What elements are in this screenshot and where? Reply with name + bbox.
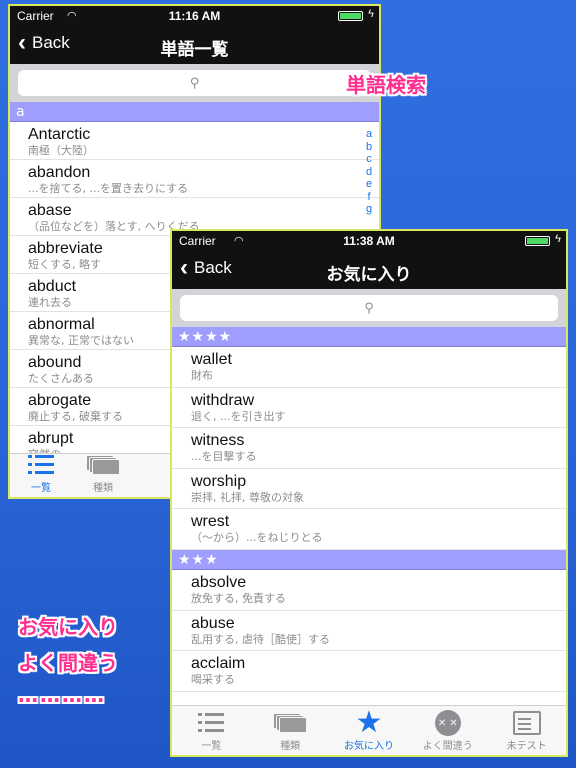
word-text: abandon: [28, 164, 91, 181]
clock: 11:38 AM: [343, 234, 395, 248]
meaning-text: 喝采する: [191, 673, 235, 687]
word-text: acclaim: [191, 655, 246, 673]
feature-callout: お気に入り よく間違う: [18, 609, 118, 681]
word-text: Antarctic: [28, 126, 91, 143]
face-icon: ✕ ✕: [434, 710, 461, 736]
meaning-text: 退く, ...を引き出す: [191, 409, 286, 423]
tab-label: 種類: [93, 483, 113, 494]
tab-label: よく間違う: [422, 741, 473, 752]
clock: 11:16 AM: [168, 9, 221, 23]
list-item[interactable]: abandon ...を捨てる, ...を置き去りにする: [10, 160, 379, 198]
search-bar: ⚲: [172, 289, 566, 327]
search-callout: 単語検索: [346, 73, 426, 97]
star-icon: ★: [355, 705, 383, 740]
section-header: a: [10, 102, 379, 122]
favorites-list: ★★★★ wallet 財布 withdraw 退く, ...を引き出す witness.…: [172, 327, 566, 692]
mistakes-callout: よく間違う: [18, 651, 118, 675]
tab-label: 種類: [280, 741, 301, 752]
list-item[interactable]: wallet 財布: [172, 347, 566, 388]
status-bar: Carrier ◠ 11:16 AM ϟ: [10, 6, 379, 26]
word-text: witness: [191, 432, 245, 450]
battery-icon: [525, 236, 550, 246]
meaning-text: 放免する, 免責する: [191, 591, 286, 605]
favorites-section: ★★★ absolve 放免する, 免責する abuse 乱用する, 虐待［酷使］する a…: [172, 549, 566, 692]
index-letter[interactable]: c: [363, 153, 375, 166]
word-text: absolve: [191, 573, 247, 591]
nav-bar: ‹ Back 単語一覧: [10, 26, 379, 64]
list-item[interactable]: wrest （〜から）...をねじりとる: [172, 509, 566, 550]
search-icon: ⚲: [189, 75, 200, 91]
list-icon: [198, 713, 225, 733]
rating-header: ★★★★: [172, 327, 566, 347]
tab-label: 未テスト: [506, 741, 547, 752]
tab-bar: 一覧 種類 ★ お気に入り ✕ ✕ よく間違う 未テスト: [172, 705, 566, 755]
word-text: wallet: [191, 351, 232, 368]
index-letter[interactable]: b: [363, 141, 375, 154]
rating-header: ★★★: [172, 549, 566, 570]
tab-label: お気に入り: [343, 741, 394, 752]
tab-list[interactable]: 一覧: [10, 454, 72, 497]
index-letter[interactable]: e: [363, 178, 375, 191]
tab-list[interactable]: 一覧: [172, 706, 251, 755]
search-bar: ⚲: [10, 64, 379, 102]
tab-face[interactable]: ✕ ✕ よく間違う: [408, 706, 487, 755]
more-callout: …………: [18, 683, 106, 707]
word-text: abase: [28, 202, 72, 219]
word-text: abuse: [191, 614, 235, 632]
word-text: withdraw: [191, 391, 255, 409]
list-item[interactable]: witness ...を目撃する: [172, 428, 566, 469]
tab-star[interactable]: ★ お気に入り: [330, 706, 409, 755]
search-input[interactable]: ⚲: [18, 70, 371, 96]
cards-icon: [86, 455, 120, 475]
favorites-screen: Carrier ◠ 11:38 AM ϟ ‹ Back お気に入り ⚲ ★★★★…: [170, 229, 568, 757]
meaning-text: （〜から）...をねじりとる: [191, 531, 323, 545]
favorites-callout: お気に入り: [18, 615, 118, 639]
test-icon: [512, 711, 541, 735]
list-icon: [28, 455, 54, 475]
meaning-text: 乱用する, 虐待［酷使］する: [191, 632, 330, 646]
index-letter[interactable]: f: [363, 191, 375, 204]
page-title: お気に入り: [326, 265, 412, 284]
meaning-text: 財布: [191, 369, 213, 382]
cards-icon: [273, 713, 308, 733]
meaning-text: ...を目撃する: [191, 450, 257, 464]
word-text: worship: [191, 472, 247, 490]
index-letter[interactable]: g: [363, 203, 375, 216]
search-icon: ⚲: [364, 300, 374, 316]
tab-test[interactable]: 未テスト: [487, 706, 566, 755]
list-item[interactable]: worship 崇拝, 礼拝, 尊敬の対象: [172, 469, 566, 510]
list-item[interactable]: acclaim 喝采する: [172, 651, 566, 692]
list-item[interactable]: absolve 放免する, 免責する: [172, 570, 566, 611]
alphabet-index[interactable]: abcdefg: [363, 128, 375, 216]
tab-cards[interactable]: 種類: [251, 706, 330, 755]
list-item[interactable]: Antarctic 南極（大陸）: [10, 122, 379, 160]
search-input[interactable]: ⚲: [180, 295, 558, 321]
charging-icon: ϟ: [555, 233, 561, 245]
favorites-section: ★★★★ wallet 財布 withdraw 退く, ...を引き出す witness.…: [172, 327, 566, 550]
status-bar: Carrier ◠ 11:38 AM ϟ: [172, 231, 566, 251]
index-letter[interactable]: d: [363, 166, 375, 179]
nav-bar: ‹ Back お気に入り: [172, 251, 566, 289]
tab-label: 一覧: [201, 741, 222, 752]
tab-label: 一覧: [31, 483, 51, 494]
battery-icon: [338, 11, 363, 21]
meaning-text: ...を捨てる, ...を置き去りにする: [28, 182, 189, 195]
meaning-text: 崇拝, 礼拝, 尊敬の対象: [191, 490, 304, 504]
tab-cards[interactable]: 種類: [72, 454, 134, 497]
charging-icon: ϟ: [368, 8, 374, 20]
top-bar: Carrier ◠ 11:38 AM ϟ ‹ Back お気に入り: [172, 231, 566, 289]
top-bar: Carrier ◠ 11:16 AM ϟ ‹ Back 単語一覧: [10, 6, 379, 64]
word-text: wrest: [191, 513, 230, 531]
page-title: 単語一覧: [160, 40, 229, 59]
index-letter[interactable]: a: [363, 128, 375, 141]
meaning-text: 南極（大陸）: [28, 144, 94, 157]
list-item[interactable]: withdraw 退く, ...を引き出す: [172, 388, 566, 429]
list-item[interactable]: abuse 乱用する, 虐待［酷使］する: [172, 611, 566, 652]
